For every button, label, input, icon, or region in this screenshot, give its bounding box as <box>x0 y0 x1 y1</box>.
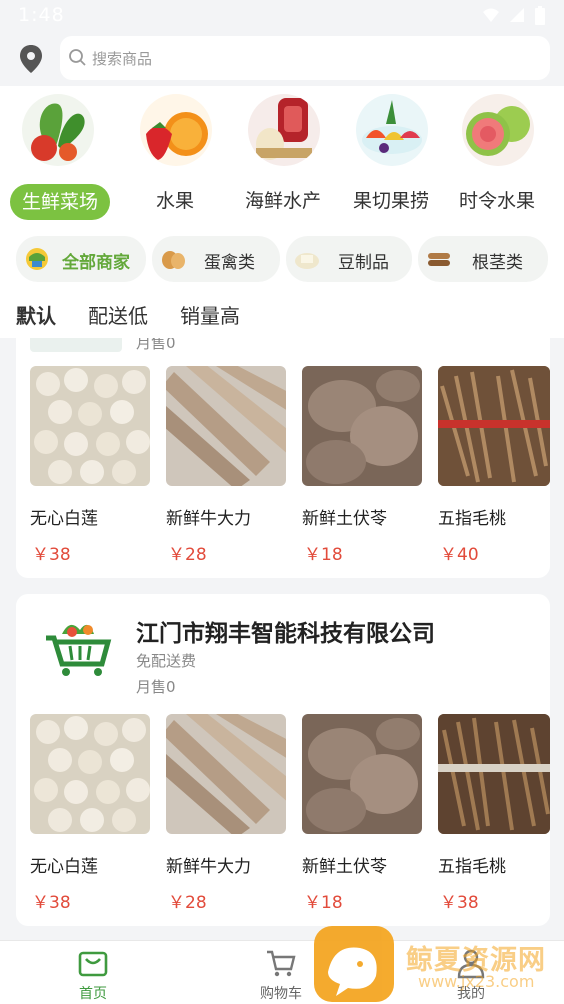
whale-icon <box>328 947 377 996</box>
product-price: ￥28 <box>168 545 207 565</box>
chip-label: 全部商家 <box>62 253 130 273</box>
status-icons <box>482 6 546 26</box>
product-row: 无心白莲 ￥38 新鲜牛大力 ￥28 <box>30 366 550 576</box>
product-name: 无心白莲 <box>30 509 98 529</box>
tuber-image <box>302 366 422 486</box>
product-price: ￥38 <box>32 545 71 565</box>
merchant-filter-row: 全部商家 蛋禽类 豆制品 根茎类 <box>0 220 564 296</box>
store-icon <box>26 248 48 270</box>
tab-label: 购物车 <box>260 986 302 1002</box>
merchant-card[interactable]: 月售0 无心白莲 ￥38 新鲜牛大力 ￥28 新鲜土伏苓 ￥18 五指毛桃 ￥4… <box>16 338 550 578</box>
product-item[interactable]: 无心白莲 ￥38 <box>30 714 150 914</box>
product-price: ￥40 <box>440 545 479 565</box>
location-pin-icon[interactable] <box>18 44 44 74</box>
lotus-seed-image <box>30 714 150 834</box>
root-vegetable-icon <box>428 253 450 266</box>
product-item[interactable]: 五指毛桃 ￥40 <box>438 366 550 566</box>
signal-icon <box>510 8 524 22</box>
product-item[interactable]: 新鲜土伏苓 ￥18 <box>302 714 422 914</box>
tuber-image <box>302 714 422 834</box>
sort-delivery-low[interactable]: 配送低 <box>88 300 148 329</box>
category-fruit-cut[interactable]: 果切果捞 <box>336 94 446 218</box>
product-row: 无心白莲 ￥38 新鲜牛大力 ￥28 <box>30 714 550 924</box>
merchant-name: 江门市翔丰智能科技有限公司 <box>136 621 435 647</box>
product-price: ￥28 <box>168 893 207 913</box>
search-icon <box>69 49 86 66</box>
merchant-logo <box>30 338 122 352</box>
tab-label: 首页 <box>79 986 107 1002</box>
category-seafood[interactable]: 海鲜水产 <box>228 94 338 218</box>
category-label: 果切果捞 <box>352 190 429 212</box>
chip-label: 根茎类 <box>472 253 523 273</box>
tab-cart[interactable]: 购物车 <box>236 945 326 1003</box>
sort-default[interactable]: 默认 <box>16 300 56 329</box>
fruit-platter-image <box>356 94 428 166</box>
merchant-list: 月售0 无心白莲 ￥38 新鲜牛大力 ￥28 新鲜土伏苓 ￥18 五指毛桃 ￥4… <box>0 338 564 940</box>
chip-all-merchants[interactable]: 全部商家 <box>16 236 146 282</box>
lotus-seed-image <box>30 366 150 486</box>
category-seasonal-fruit[interactable]: 时令水果 <box>442 94 552 218</box>
product-item[interactable]: 五指毛桃 ￥38 <box>438 714 550 914</box>
product-name: 无心白莲 <box>30 857 98 877</box>
root-image <box>166 714 286 834</box>
category-label: 海鲜水产 <box>244 190 321 212</box>
search-bar[interactable]: 搜索商品 <box>60 36 550 80</box>
chip-label: 蛋禽类 <box>204 253 255 273</box>
egg-icon <box>162 251 185 269</box>
battery-icon <box>535 6 545 25</box>
fruit-image <box>140 94 212 166</box>
sort-sales-high[interactable]: 销量高 <box>180 300 240 329</box>
merchant-monthly-sales: 月售0 <box>136 678 176 696</box>
merchant-monthly-sales: 月售0 <box>136 338 176 352</box>
product-name: 新鲜牛大力 <box>166 509 251 529</box>
home-bag-icon <box>78 951 108 977</box>
category-label: 生鲜菜场 <box>10 184 110 220</box>
vegetable-image <box>22 94 94 166</box>
wifi-icon <box>483 8 499 22</box>
search-input[interactable]: 搜索商品 <box>92 48 152 69</box>
product-name: 五指毛桃 <box>438 857 506 877</box>
chip-egg-poultry[interactable]: 蛋禽类 <box>152 236 280 282</box>
product-item[interactable]: 新鲜牛大力 ￥28 <box>166 366 286 566</box>
chip-root-veg[interactable]: 根茎类 <box>418 236 548 282</box>
category-fruit[interactable]: 水果 <box>120 94 230 218</box>
product-price: ￥38 <box>440 893 479 913</box>
root-bundle-image <box>438 366 550 486</box>
product-name: 五指毛桃 <box>438 509 506 529</box>
cart-icon <box>267 950 296 977</box>
category-label: 时令水果 <box>458 190 535 212</box>
product-item[interactable]: 新鲜土伏苓 ￥18 <box>302 366 422 566</box>
category-row: 生鲜菜场 水果 海鲜水产 果切果捞 时令水果 <box>0 86 564 220</box>
category-label: 水果 <box>155 190 194 212</box>
product-name: 新鲜牛大力 <box>166 857 251 877</box>
category-fresh-veg[interactable]: 生鲜菜场 <box>2 94 112 220</box>
root-image <box>166 366 286 486</box>
tofu-icon <box>295 253 319 269</box>
sort-tabs: 默认 配送低 销量高 <box>0 296 564 338</box>
product-item[interactable]: 新鲜牛大力 ￥28 <box>166 714 286 914</box>
status-bar: 1:48 <box>0 0 564 32</box>
merchant-card[interactable]: 江门市翔丰智能科技有限公司 免配送费 月售0 无心白莲 ￥38 新鲜牛大力 ￥2… <box>16 594 550 926</box>
guava-image <box>462 94 534 166</box>
product-item[interactable]: 无心白莲 ￥38 <box>30 366 150 566</box>
chip-soy-products[interactable]: 豆制品 <box>286 236 412 282</box>
product-price: ￥18 <box>304 545 343 565</box>
product-name: 新鲜土伏苓 <box>302 857 387 877</box>
seafood-image <box>248 94 320 166</box>
chip-label: 豆制品 <box>338 253 389 273</box>
product-price: ￥18 <box>304 893 343 913</box>
shopping-cart-logo <box>46 624 112 676</box>
watermark-logo <box>314 926 394 1002</box>
product-price: ￥38 <box>32 893 71 913</box>
merchant-delivery-fee: 免配送费 <box>136 652 197 670</box>
status-time: 1:48 <box>18 4 65 26</box>
header: 搜索商品 <box>0 32 564 86</box>
root-bundle-image <box>438 714 550 834</box>
tab-home[interactable]: 首页 <box>48 945 138 1003</box>
watermark-url: www.jx23.com <box>418 972 535 991</box>
product-name: 新鲜土伏苓 <box>302 509 387 529</box>
